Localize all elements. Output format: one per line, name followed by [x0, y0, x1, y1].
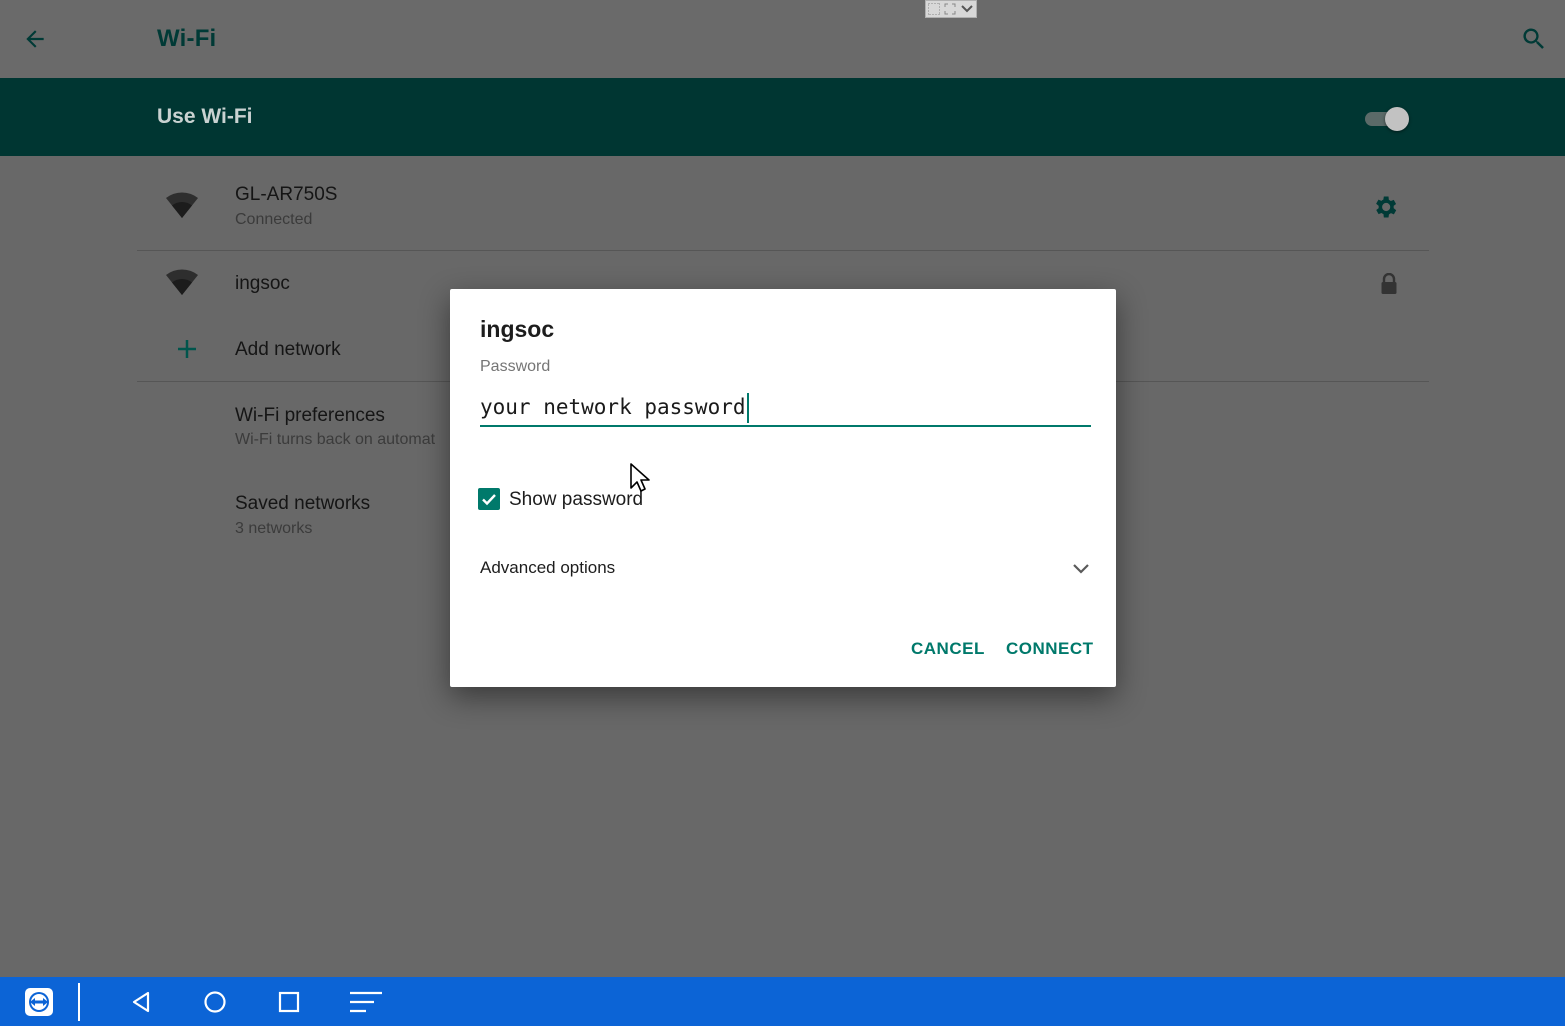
- network-row-gl-ar750s[interactable]: GL-AR750S Connected: [137, 156, 1429, 250]
- toggle-thumb: [1385, 107, 1409, 131]
- search-button[interactable]: [1517, 22, 1551, 56]
- chevron-down-icon[interactable]: [1070, 558, 1092, 580]
- menu-lines-icon: [350, 991, 382, 1013]
- nav-recents-button[interactable]: [273, 986, 305, 1018]
- recents-square-icon: [278, 991, 300, 1013]
- arrow-left-icon: [26, 30, 44, 48]
- add-network-label: Add network: [235, 339, 341, 360]
- wifi-signal-icon: [165, 266, 199, 300]
- show-password-label[interactable]: Show password: [509, 489, 643, 511]
- divider: [78, 983, 80, 1021]
- saved-networks-subtitle: 3 networks: [235, 520, 313, 537]
- wifi-preferences-subtitle: Wi-Fi turns back on automat: [235, 431, 436, 448]
- check-icon: [482, 494, 496, 506]
- advanced-options-label[interactable]: Advanced options: [480, 558, 615, 578]
- remote-toolbar-overlay[interactable]: [925, 0, 977, 18]
- saved-networks-title: Saved networks: [235, 493, 371, 514]
- dialog-title: ingsoc: [480, 316, 555, 342]
- connect-button[interactable]: CONNECT: [1006, 639, 1094, 659]
- home-circle-icon: [204, 991, 226, 1013]
- text-caret: [746, 393, 749, 423]
- wifi-password-dialog: ingsoc Password your network password Sh…: [450, 289, 1116, 687]
- lock-icon: [1381, 273, 1397, 294]
- mouse-pointer-icon: [630, 463, 650, 492]
- wifi-preferences-title: Wi-Fi preferences: [235, 405, 385, 426]
- wifi-toggle[interactable]: [1365, 107, 1409, 131]
- cancel-button[interactable]: CANCEL: [911, 639, 985, 659]
- page-title: Wi-Fi: [157, 25, 217, 52]
- nav-menu-button[interactable]: [350, 986, 382, 1018]
- wifi-signal-icon: [165, 189, 199, 223]
- back-triangle-icon: [132, 991, 150, 1013]
- password-field[interactable]: your network password: [480, 389, 1091, 427]
- network-name: ingsoc: [235, 273, 290, 294]
- plus-icon: [178, 340, 196, 358]
- chevron-down-icon: [961, 5, 973, 13]
- back-button[interactable]: [18, 22, 52, 56]
- teamviewer-button[interactable]: [23, 986, 55, 1018]
- system-navigation-bar: [0, 977, 1565, 1026]
- gear-icon[interactable]: [1371, 193, 1399, 221]
- grid-icon: [928, 3, 940, 15]
- teamviewer-icon: [25, 988, 53, 1016]
- password-value: your network password: [480, 393, 749, 423]
- nav-back-button[interactable]: [125, 986, 157, 1018]
- use-wifi-label: Use Wi-Fi: [157, 105, 253, 128]
- saved-networks-row[interactable]: Saved networks 3 networks: [137, 471, 450, 559]
- network-name: GL-AR750S: [235, 184, 338, 205]
- expand-icon: [944, 3, 956, 15]
- wifi-preferences-row[interactable]: Wi-Fi preferences Wi-Fi turns back on au…: [137, 382, 450, 470]
- search-icon: [1523, 28, 1544, 49]
- show-password-checkbox[interactable]: [478, 488, 500, 510]
- use-wifi-bar[interactable]: Use Wi-Fi: [0, 78, 1565, 156]
- network-status: Connected: [235, 211, 313, 228]
- nav-home-button[interactable]: [199, 986, 231, 1018]
- app-bar: Wi-Fi: [0, 0, 1565, 78]
- password-label: Password: [480, 358, 551, 375]
